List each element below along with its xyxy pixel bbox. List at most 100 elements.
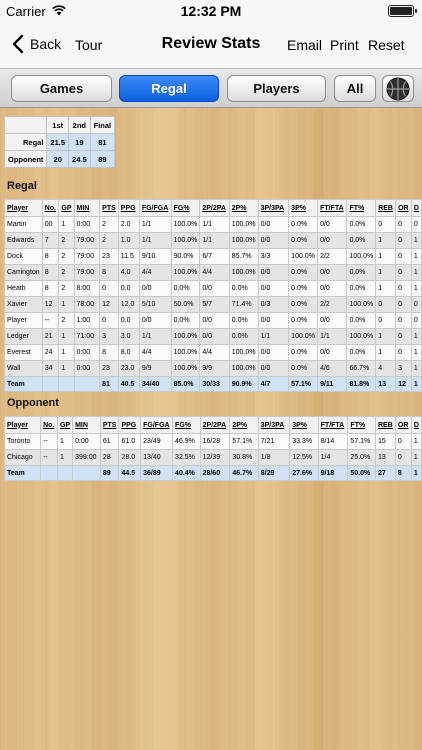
stat-cell: 0 [375,216,397,233]
column-header[interactable]: FG/FGA [140,416,174,434]
battery-icon [388,5,417,17]
stat-cell: 1 [410,449,422,466]
column-header[interactable]: D [410,416,422,434]
stat-cell: 11.5 [117,248,140,265]
tab-all[interactable]: All [334,75,376,102]
team-total-cell [72,465,101,481]
table-row[interactable]: Martin 00 1 0:00 2 2.0 1/1 100.0% 1/1 100.0% 0/0 0.… [4,216,422,233]
column-header[interactable]: FT/FTA [317,416,349,434]
email-button[interactable]: Email [287,37,322,53]
print-button[interactable]: Print [330,37,359,53]
column-header[interactable]: No. [41,199,60,217]
navigation-bar: Back Tour Review Stats Email Print Reset [0,24,422,68]
column-header[interactable]: OR [394,416,412,434]
stat-cell: 0.0% [346,216,377,233]
stat-cell: 2 [99,232,119,249]
table-row[interactable]: Everest 24 1 0:00 8 8.0 4/4 100.0% 4/4 100.0% 0/0 0… [4,344,422,361]
back-button[interactable]: Back [12,34,61,54]
column-header[interactable]: 2P% [228,199,259,217]
column-header[interactable]: OR [395,199,412,217]
column-header[interactable]: REB [374,416,396,434]
table-row[interactable]: Carrington 8 2 79:00 8 4.0 4/4 100.0% 4/4 100.0% 0… [4,264,422,281]
status-bar: Carrier 12:32 PM [0,0,422,24]
table-row[interactable]: Player -- 2 1:00 0 0.0 0/0 0.0% 0/0 0.0% 0/0 0.0% 0/… [4,312,422,329]
stat-cell: 100.0% [228,264,259,281]
column-header[interactable]: PTS [99,416,120,434]
scoreboard-header-final: Final [89,116,116,134]
column-header[interactable]: PTS [99,199,119,217]
tour-button[interactable]: Tour [75,37,102,53]
table-row[interactable]: Dock 8 2 79:00 23 11.5 9/10 90.0% 6/7 85.7% 3/3 100… [4,248,422,265]
column-header[interactable]: FT% [347,416,376,434]
table-row[interactable]: Toronto -- 1 0:00 61 61.0 23/49 46.9% 16/28 57.1%… [3,433,422,450]
stat-cell: 16/28 [199,433,231,450]
stat-cell: Chicago [3,449,42,466]
column-header[interactable]: D [410,199,422,217]
column-header[interactable]: 3P/3PA [257,416,291,434]
stat-cell: 100.0% [228,360,259,377]
stat-cell: 0 [395,264,412,281]
stat-cell: 0 [99,312,119,329]
column-header[interactable]: REB [375,199,397,217]
stat-cell: 4.0 [117,264,140,281]
column-header[interactable]: GP [58,199,75,217]
column-header[interactable]: 3P/3PA [257,199,290,217]
column-header[interactable]: MIN [72,416,101,434]
regal-header-row: Player No. GP MIN PTS PPG FG/FGA FG% 2P/2PA 2P% 3P… [4,199,422,217]
column-header[interactable]: No. [40,416,58,434]
team-total-cell: 27.6% [289,465,319,481]
column-header[interactable]: FT% [346,199,377,217]
stat-cell: 34 [41,360,60,377]
stat-cell: 0 [394,433,412,450]
table-row[interactable]: Chicago -- 1 399:00 28 28.0 13/40 32.5% 12/39 30.… [3,449,422,466]
stat-cell: 0/0 [257,232,290,249]
scoreboard-row: Regal 21.5 19 81 [3,133,116,151]
stat-cell: 1 [56,433,74,450]
column-header[interactable]: PPG [117,199,140,217]
team-total-cell: Team [4,376,43,392]
tab-players[interactable]: Players [227,75,326,102]
stat-cell: 0:00 [73,344,101,361]
column-header[interactable]: PPG [118,416,142,434]
table-row[interactable]: Edwards 7 2 79:00 2 1.0 1/1 100.0% 1/1 100.0% 0/0 0… [4,232,422,249]
team-total-cell: 8 [394,465,412,481]
stat-cell: 23 [99,248,119,265]
column-header[interactable]: 3P% [289,416,319,434]
column-header[interactable]: GP [56,416,74,434]
column-header[interactable]: Player [3,416,42,434]
scoreboard-header-2nd: 2nd [68,116,91,134]
column-header[interactable]: Player [4,199,43,217]
stat-cell: 46.9% [172,433,201,450]
tab-games[interactable]: Games [11,75,112,102]
stat-cell: 66.7% [346,360,377,377]
column-header[interactable]: FG/FGA [138,199,172,217]
stat-cell: 8/14 [317,433,349,450]
team-total-cell: 13 [375,376,397,392]
stat-cell: 3.0 [117,328,140,345]
column-header[interactable]: 2P/2PA [199,416,231,434]
stat-cell: 100.0% [346,328,377,345]
stat-cell: 4/6 [317,360,348,377]
table-row[interactable]: Wall 34 1 0:00 23 23.0 9/9 100.0% 9/9 100.0% 0/0 0.… [4,360,422,377]
column-header[interactable]: MIN [73,199,101,217]
stat-cell: 61.0 [118,433,142,450]
column-header[interactable]: 2P/2PA [199,199,230,217]
table-row[interactable]: Heath 8 2 8:00 0 0.0 0/0 0.0% 0/0 0.0% 0/0 0.0% 0/0 0… [4,280,422,297]
column-header[interactable]: 3P% [288,199,319,217]
column-header[interactable]: FT/FTA [317,199,348,217]
stat-cell: 0.0% [288,264,319,281]
scoreboard-header-1st: 1st [46,116,70,134]
column-header[interactable]: 2P% [229,416,259,434]
reset-button[interactable]: Reset [368,37,405,53]
column-header[interactable]: FG% [170,199,201,217]
stat-cell: 79:00 [73,232,101,249]
stat-cell: 0 [395,328,412,345]
column-header[interactable]: FG% [172,416,201,434]
tab-regal[interactable]: Regal [119,75,219,102]
stat-cell: Heath [4,280,43,297]
table-row[interactable]: Ledger 21 1 71:00 3 3.0 1/1 100.0% 0/0 0.0% 1/1 100… [4,328,422,345]
team-total-cell: 81 [99,376,119,392]
stat-cell: 0/0 [199,280,230,297]
basketball-button[interactable] [382,75,414,102]
table-row[interactable]: Xavier 12 1 78:00 12 12.0 5/10 50.0% 5/7 71.4% 0/3… [4,296,422,313]
